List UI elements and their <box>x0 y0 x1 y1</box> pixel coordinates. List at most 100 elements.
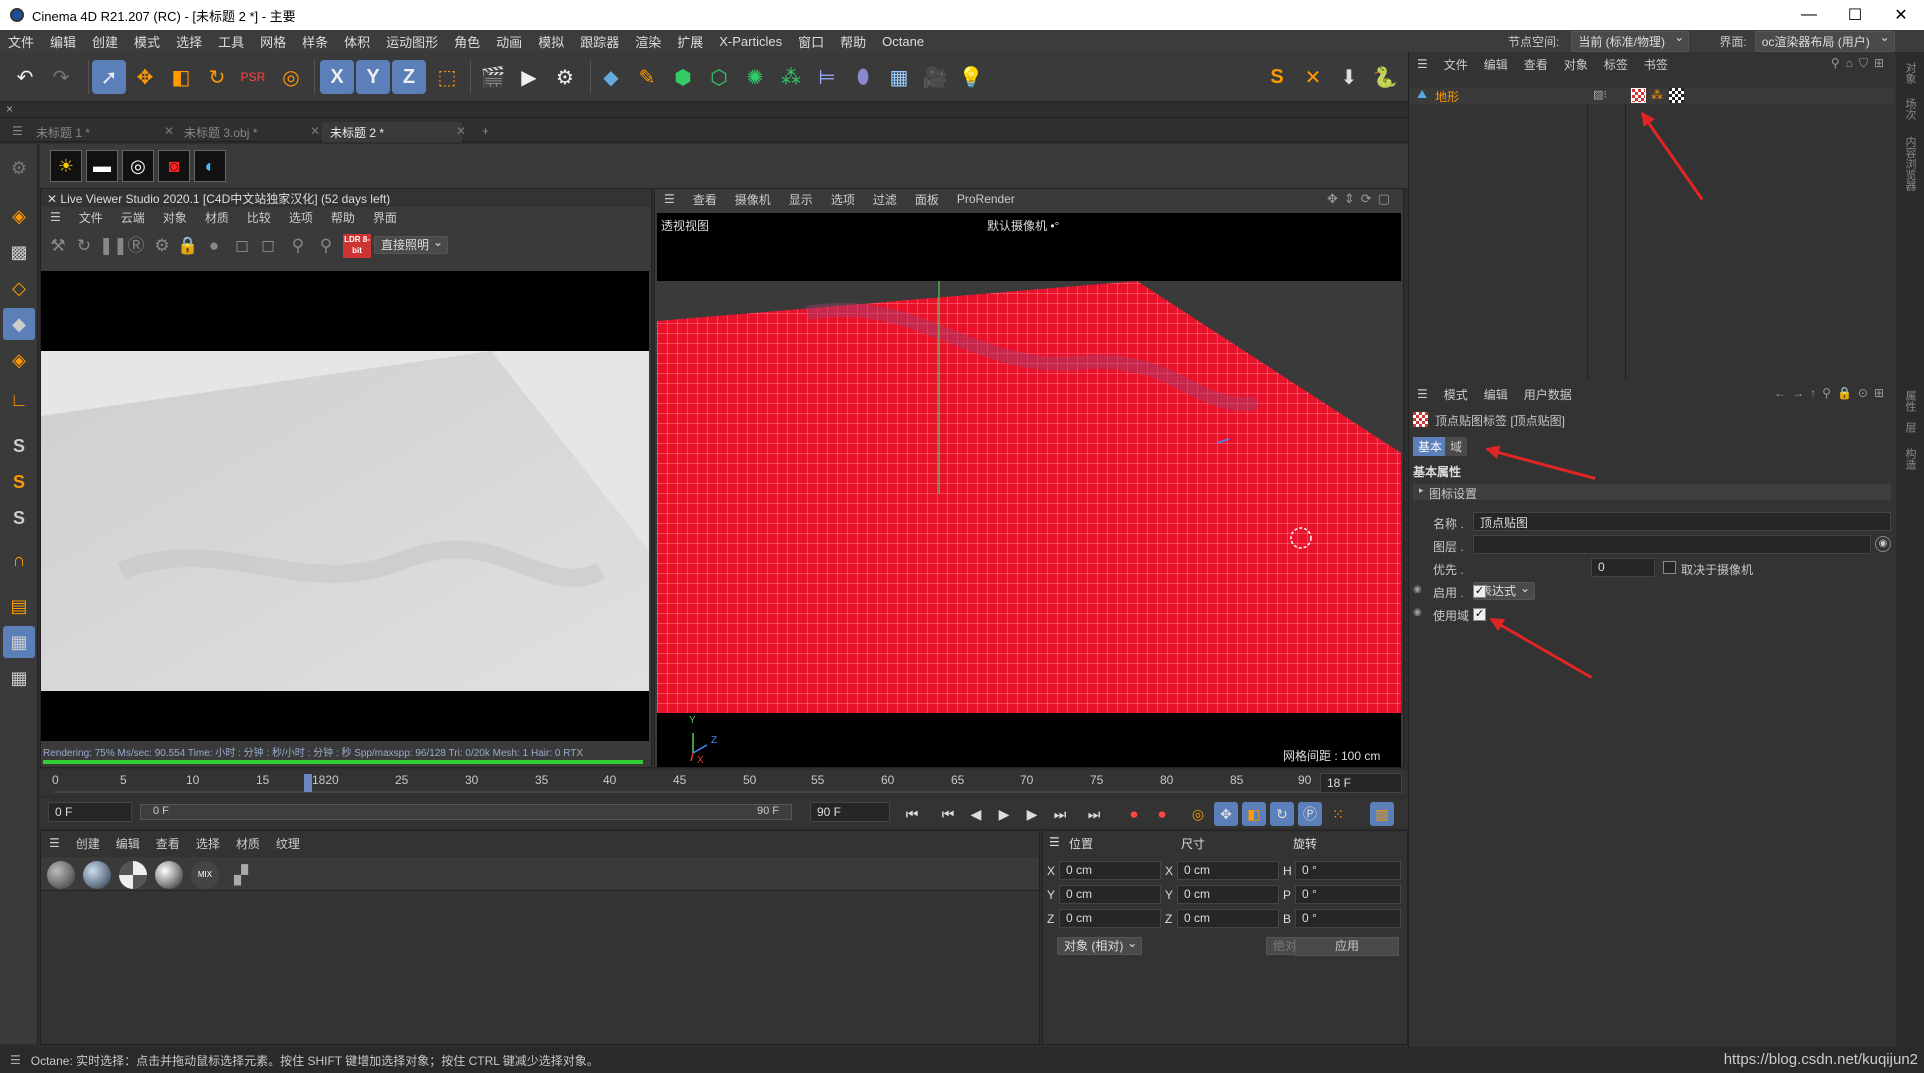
undo-icon[interactable]: ↶ <box>8 60 42 94</box>
download-icon[interactable]: ⬇ <box>1332 60 1366 94</box>
subsample-icon[interactable]: ◻ <box>257 235 279 257</box>
material-tag-icon[interactable] <box>1669 88 1684 103</box>
coordinate-system-icon[interactable]: ⬚ <box>430 60 464 94</box>
side-tab-layers[interactable]: 层 <box>1902 422 1918 433</box>
obj-menu-tags[interactable]: 标签 <box>1596 56 1636 73</box>
key-param-icon[interactable]: Ⓟ <box>1298 802 1322 826</box>
rotation-p-field[interactable]: 0 ° <box>1295 885 1401 904</box>
obj-menu-edit[interactable]: 编辑 <box>1476 56 1516 73</box>
edges-mode-icon[interactable]: ◆ <box>3 308 35 340</box>
focus-picker-icon[interactable]: ⚲ <box>287 235 309 257</box>
timeline-window-icon[interactable]: ▥ <box>1370 802 1394 826</box>
size-y-field[interactable]: 0 cm <box>1177 885 1279 904</box>
menu-octane[interactable]: Octane <box>874 34 932 49</box>
tab-untitled-2[interactable]: 未标题 2 * <box>322 122 462 142</box>
next-key-icon[interactable]: ⏭ <box>1048 802 1072 826</box>
rotation-b-field[interactable]: 0 ° <box>1295 909 1401 928</box>
send-scene-icon[interactable]: ⚒ <box>47 235 69 257</box>
close-button[interactable]: ✕ <box>1878 0 1924 30</box>
name-field[interactable]: 顶点贴图 <box>1473 512 1891 531</box>
mat-menu-material[interactable]: 材质 <box>228 835 268 852</box>
object-toolbar-icons[interactable]: ⚲⌂⛉⊞ <box>1831 56 1890 71</box>
viewport-nav-icons[interactable]: ✥⇕⟳▢ <box>1327 191 1396 207</box>
key-scale-icon[interactable]: ◧ <box>1242 802 1266 826</box>
mat-menu-texture[interactable]: 纹理 <box>268 835 308 852</box>
obj-menu-bookmarks[interactable]: 书签 <box>1636 56 1676 73</box>
key-rotation-icon[interactable]: ↻ <box>1270 802 1294 826</box>
subdivision-icon[interactable]: ⬢ <box>666 60 700 94</box>
environment-icon[interactable]: ◐ <box>194 150 226 182</box>
lock-icon[interactable]: 🔒 <box>177 235 199 257</box>
camera-icon[interactable]: 🎥 <box>918 60 952 94</box>
pen-spline-icon[interactable]: ✎ <box>630 60 664 94</box>
layer-field[interactable] <box>1473 535 1871 554</box>
settings-gear-icon[interactable]: ⚙ <box>151 235 173 257</box>
start-frame-field[interactable]: 0 F <box>48 802 132 822</box>
vp-menu-view[interactable]: 查看 <box>684 191 726 208</box>
menu-extensions[interactable]: 扩展 <box>669 32 711 51</box>
grid-plane-active-icon[interactable]: ▦ <box>3 626 35 658</box>
visibility-icon[interactable]: ▨⁝ <box>1593 88 1607 101</box>
region-icon[interactable]: Ⓡ <box>125 235 147 257</box>
size-x-field[interactable]: 0 cm <box>1177 861 1279 880</box>
lv-menu-compare[interactable]: 比较 <box>238 209 280 226</box>
add-tab-button[interactable]: + <box>474 122 497 142</box>
tab-field[interactable]: 域 <box>1445 437 1468 456</box>
z-axis-lock-icon[interactable]: Z <box>392 60 426 94</box>
menu-edit[interactable]: 编辑 <box>42 32 84 51</box>
enable-checkbox[interactable]: ✓ <box>1473 585 1486 598</box>
object-name[interactable]: 地形 <box>1435 88 1459 105</box>
points-mode-icon[interactable]: ◇ <box>3 272 35 304</box>
octane-camera-icon[interactable]: ◙ <box>158 150 190 182</box>
snap-s3-icon[interactable]: S <box>3 502 35 534</box>
lv-menu-options[interactable]: 选项 <box>280 209 322 226</box>
recent-tools-icon[interactable]: PSR <box>236 60 270 94</box>
minimize-button[interactable]: — <box>1786 0 1832 30</box>
lv-menu-cloud[interactable]: 云端 <box>112 209 154 226</box>
y-axis-lock-icon[interactable]: Y <box>356 60 390 94</box>
move-tool-icon[interactable]: ✥ <box>128 60 162 94</box>
model-mode-icon[interactable]: ◈ <box>3 200 35 232</box>
menu-icon[interactable]: ☰ <box>0 1053 31 1067</box>
white-balance-icon[interactable]: ⚲ <box>315 235 337 257</box>
lv-menu-materials[interactable]: 材质 <box>196 209 238 226</box>
timeline[interactable]: 0 5 10 15 1820 25 30 35 40 45 50 55 60 6… <box>40 770 1408 796</box>
redo-icon[interactable]: ↷ <box>44 60 78 94</box>
glossy-material-icon[interactable] <box>83 861 111 889</box>
menu-character[interactable]: 角色 <box>446 32 488 51</box>
cube-icon[interactable]: ◆ <box>594 60 628 94</box>
menu-mograph[interactable]: 运动图形 <box>378 32 446 51</box>
priority-value-field[interactable]: 0 <box>1591 558 1655 577</box>
tag-icon[interactable]: ⁂ <box>1651 88 1663 102</box>
attr-menu-userdata[interactable]: 用户数据 <box>1516 386 1580 403</box>
menu-spline[interactable]: 样条 <box>294 32 336 51</box>
key-position-icon[interactable]: ✥ <box>1214 802 1238 826</box>
lv-menu-help[interactable]: 帮助 <box>322 209 364 226</box>
vertex-map-tag-icon[interactable] <box>1631 88 1646 103</box>
texture-mode-icon[interactable]: ▩ <box>3 236 35 268</box>
render-region-icon[interactable]: 🎬 <box>476 60 510 94</box>
vp-menu-filter[interactable]: 过滤 <box>864 191 906 208</box>
ldr-badge[interactable]: LDR 8-bit <box>343 234 371 258</box>
menu-simulate[interactable]: 模拟 <box>530 32 572 51</box>
grid-plane-icon[interactable]: ▤ <box>3 590 35 622</box>
render-view-icon[interactable]: ▶ <box>512 60 546 94</box>
key-pla-icon[interactable]: ⁙ <box>1326 802 1350 826</box>
camera-label[interactable]: 默认摄像机 •° <box>987 217 1059 234</box>
restart-icon[interactable]: ↻ <box>73 235 95 257</box>
mograph-icon[interactable]: ⁂ <box>774 60 808 94</box>
pause-icon[interactable]: ❚❚ <box>99 235 128 257</box>
obj-menu-objects[interactable]: 对象 <box>1556 56 1596 73</box>
prev-frame-icon[interactable]: ◀ <box>964 802 988 826</box>
lv-menu-objects[interactable]: 对象 <box>154 209 196 226</box>
menu-volume[interactable]: 体积 <box>336 32 378 51</box>
kernel-mode-dropdown[interactable]: 直接照明 <box>374 236 449 254</box>
workplane-icon[interactable]: ∟ <box>3 384 35 416</box>
vp-menu-cameras[interactable]: 摄像机 <box>726 191 780 208</box>
menu-animate[interactable]: 动画 <box>488 32 530 51</box>
vp-menu-options[interactable]: 选项 <box>822 191 864 208</box>
metallic-material-icon[interactable] <box>155 861 183 889</box>
menu-icon[interactable]: ☰ <box>41 836 68 850</box>
snap-s2-icon[interactable]: S <box>3 466 35 498</box>
menu-icon[interactable]: ☰ <box>1409 387 1436 401</box>
